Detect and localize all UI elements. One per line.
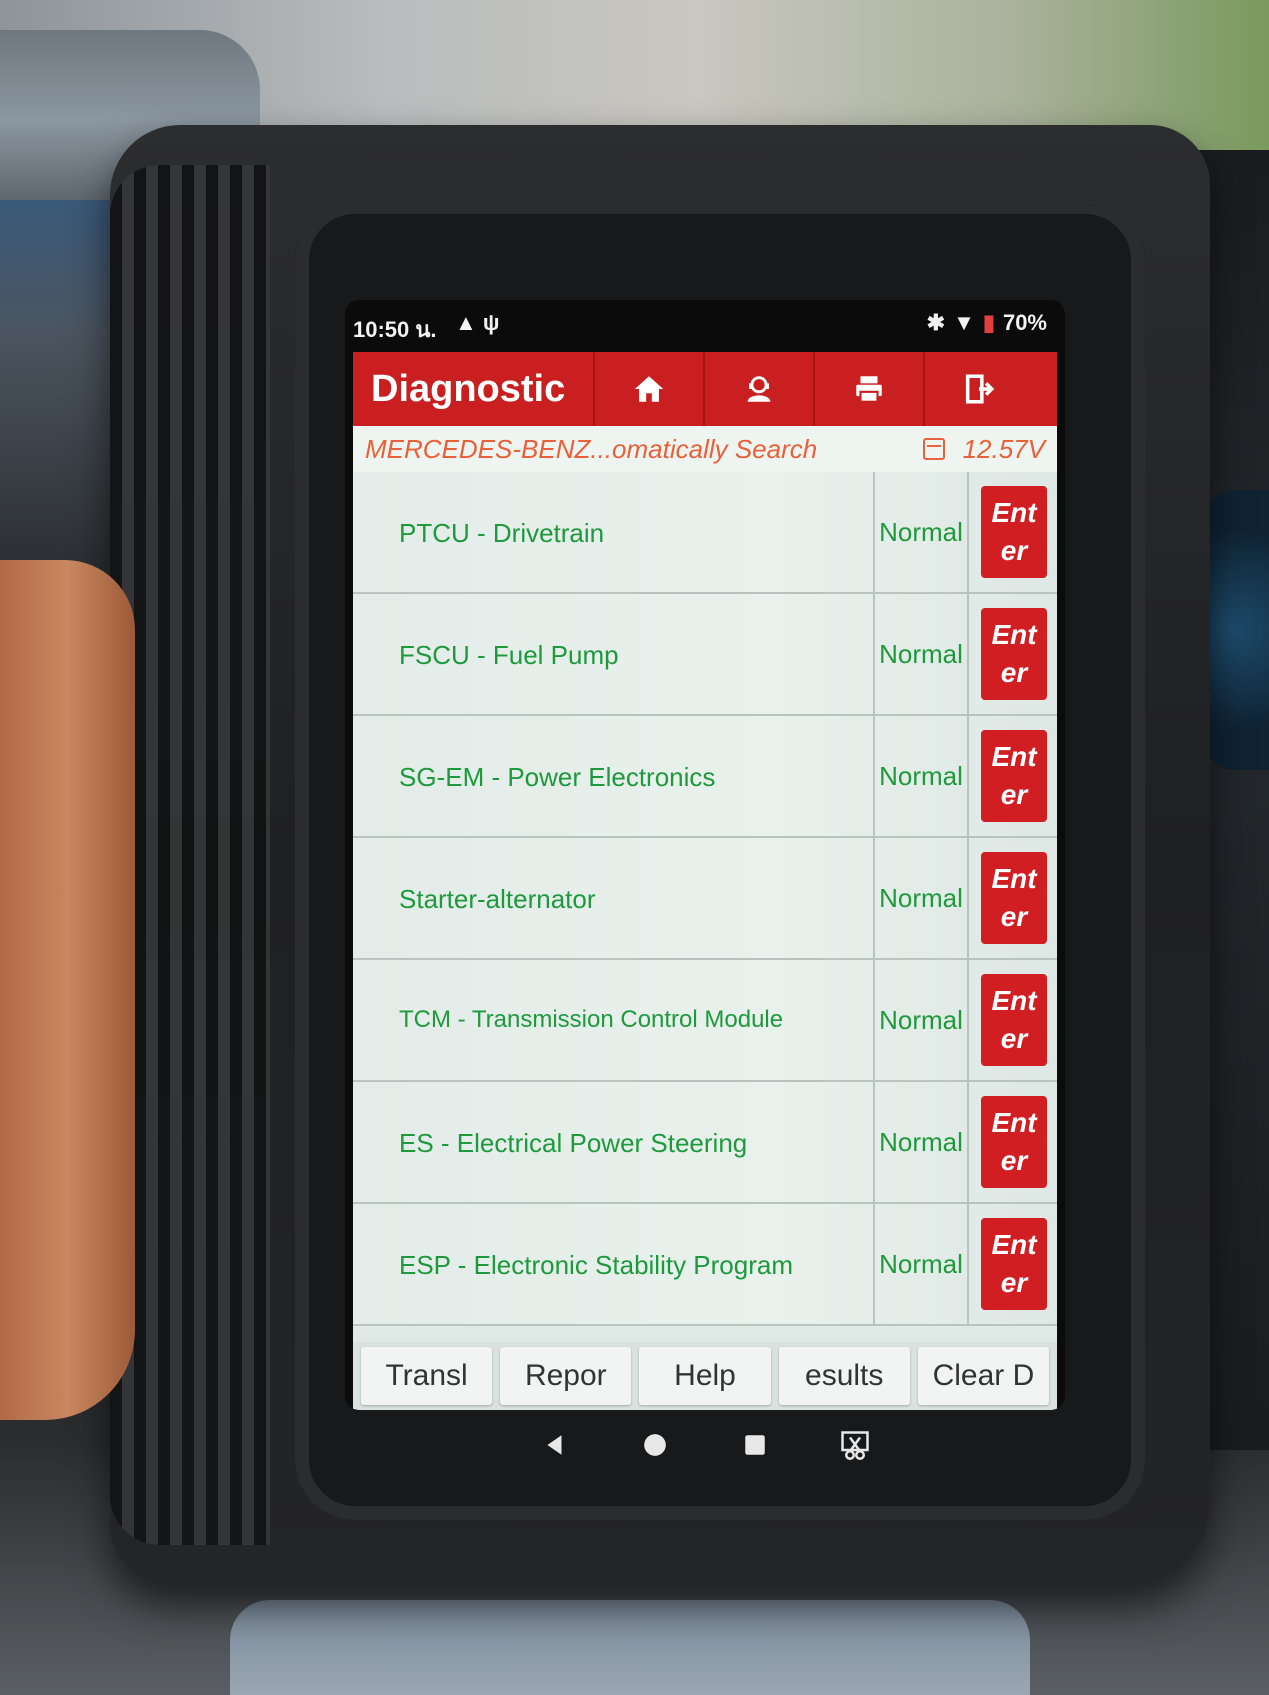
enter-button[interactable]: Enter xyxy=(981,1218,1047,1310)
list-item: SG-EM - Power Electronics Normal Enter xyxy=(353,716,1057,838)
user-support-icon xyxy=(747,376,771,402)
home-nav-button[interactable] xyxy=(640,1430,670,1460)
screenshot-scissors-icon xyxy=(841,1431,869,1460)
app-title: Diagnostic xyxy=(371,367,566,410)
wifi-icon: ▼ xyxy=(953,310,975,335)
module-name: TCM - Transmission Control Module xyxy=(399,1006,784,1033)
home-icon xyxy=(634,376,664,402)
square-recents-icon xyxy=(745,1435,765,1455)
bottom-toolbar: Transl Repor Help esults Clear D xyxy=(353,1342,1057,1410)
enter-button[interactable]: Enter xyxy=(981,608,1047,700)
back-icon xyxy=(547,1435,562,1455)
android-nav-bar xyxy=(345,1410,1065,1480)
translate-button[interactable]: Transl xyxy=(361,1347,493,1405)
print-icon xyxy=(856,376,882,403)
module-name: Starter-alternator xyxy=(399,884,596,914)
list-item: TCM - Transmission Control Module Normal… xyxy=(353,960,1057,1082)
background-gauge xyxy=(1205,490,1269,770)
battery-level: 70% xyxy=(1002,310,1047,335)
user-support-button[interactable] xyxy=(703,352,813,426)
module-status: Normal xyxy=(873,1082,969,1202)
battery-voltage: 12.57V xyxy=(962,433,1045,464)
print-button[interactable] xyxy=(813,352,923,426)
status-icons: ✱ ▼ ▮ 70% xyxy=(927,310,1047,336)
clear-dtc-button[interactable]: Clear D xyxy=(917,1347,1050,1405)
background-lap xyxy=(230,1600,1030,1695)
module-status: Normal xyxy=(873,1204,969,1324)
list-item: PTCU - Drivetrain Normal Enter xyxy=(353,472,1057,594)
status-time: 10:50 น. xyxy=(353,317,437,342)
module-name: FSCU - Fuel Pump xyxy=(399,640,619,670)
list-item: Starter-alternator Normal Enter xyxy=(353,838,1057,960)
module-name: PTCU - Drivetrain xyxy=(399,518,605,548)
battery-icon: ▮ xyxy=(982,310,995,335)
module-status: Normal xyxy=(873,716,969,836)
app-bar: Diagnostic xyxy=(353,352,1057,426)
home-button[interactable] xyxy=(593,352,703,426)
warning-icon: ▲ ψ xyxy=(455,310,500,335)
battery-voltage-icon xyxy=(922,438,945,460)
list-item: ES - Electrical Power Steering Normal En… xyxy=(353,1082,1057,1204)
list-item: ESP - Electronic Stability Program Norma… xyxy=(353,1204,1057,1326)
module-status: Normal xyxy=(873,960,969,1080)
list-item: FSCU - Fuel Pump Normal Enter xyxy=(353,594,1057,716)
circle-home-icon xyxy=(644,1434,666,1456)
help-button[interactable]: Help xyxy=(639,1347,771,1405)
report-button[interactable]: Repor xyxy=(500,1347,632,1405)
vehicle-path-header: MERCEDES-BENZ...omatically Search 12.57V xyxy=(353,426,1057,472)
exit-icon xyxy=(965,374,995,404)
results-button[interactable]: esults xyxy=(778,1347,910,1405)
vehicle-path: MERCEDES-BENZ...omatically Search xyxy=(365,433,818,464)
bluetooth-icon: ✱ xyxy=(926,310,946,335)
recents-button[interactable] xyxy=(740,1430,770,1460)
exit-button[interactable] xyxy=(923,352,1033,426)
module-status: Normal xyxy=(873,472,969,592)
enter-button[interactable]: Enter xyxy=(981,730,1047,822)
screenshot-button[interactable] xyxy=(840,1430,870,1460)
module-name: ES - Electrical Power Steering xyxy=(399,1128,748,1158)
back-button[interactable] xyxy=(540,1430,570,1460)
enter-button[interactable]: Enter xyxy=(981,852,1047,944)
enter-button[interactable]: Enter xyxy=(981,974,1047,1066)
module-name: ESP - Electronic Stability Program xyxy=(399,1250,793,1280)
module-name: SG-EM - Power Electronics xyxy=(399,762,716,792)
hand xyxy=(0,560,135,1420)
status-bar: 10:50 น. ▲ ψ ✱ ▼ ▮ 70% xyxy=(345,300,1065,350)
module-status: Normal xyxy=(873,838,969,958)
module-list[interactable]: PTCU - Drivetrain Normal Enter FSCU - Fu… xyxy=(353,472,1057,1342)
module-status: Normal xyxy=(873,594,969,714)
enter-button[interactable]: Enter xyxy=(981,1096,1047,1188)
enter-button[interactable]: Enter xyxy=(981,486,1047,578)
tablet-screen: 10:50 น. ▲ ψ ✱ ▼ ▮ 70% Diagnostic MERCED… xyxy=(345,300,1065,1410)
